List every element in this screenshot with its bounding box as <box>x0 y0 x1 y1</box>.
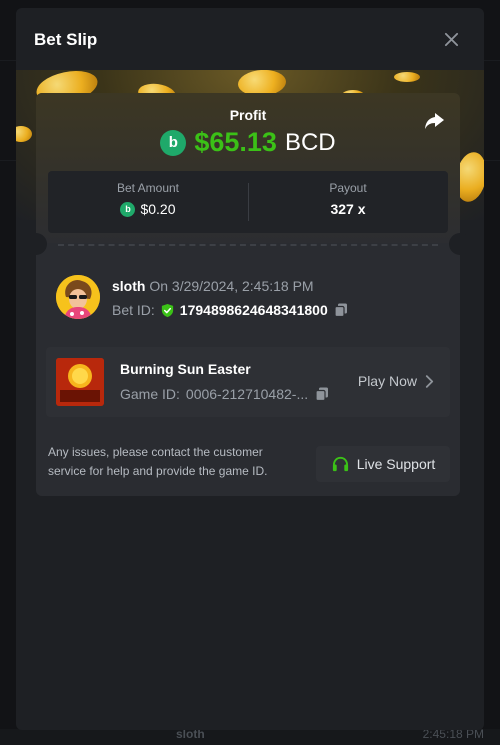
payout-stat: Payout 327 x <box>248 171 448 233</box>
profit-label: Profit <box>229 107 267 123</box>
game-id-value: 0006-212710482-... <box>185 386 309 402</box>
game-thumbnail[interactable] <box>56 358 104 406</box>
profit-row: b $65.13 BCD <box>36 127 460 158</box>
ticket-dashed-divider <box>58 244 438 246</box>
copy-icon[interactable] <box>314 386 330 402</box>
game-row[interactable]: Burning Sun Easter Game ID: 0006-2127104… <box>46 347 450 417</box>
headset-icon <box>332 456 348 471</box>
copy-icon[interactable] <box>333 302 349 318</box>
username[interactable]: sloth <box>112 278 145 294</box>
bet-slip-modal: Bet Slip Profit b $65.13 BCD Bet Amount … <box>16 8 484 730</box>
bet-amount-value: $0.20 <box>140 201 176 217</box>
avatar[interactable] <box>56 275 100 319</box>
coin-decoration <box>16 126 32 142</box>
bet-user-line: sloth On 3/29/2024, 2:45:18 PM <box>112 278 314 294</box>
share-button[interactable] <box>422 109 446 133</box>
shield-check-icon <box>161 303 173 317</box>
share-icon <box>425 113 444 129</box>
chevron-right-icon <box>425 374 434 388</box>
bcd-coin-icon: b <box>160 129 187 156</box>
game-thumbnail-art <box>56 358 104 406</box>
game-name: Burning Sun Easter <box>120 361 251 377</box>
bet-amount-label: Bet Amount <box>116 181 180 195</box>
close-icon <box>444 32 458 46</box>
bet-datetime: 3/29/2024, 2:45:18 PM <box>171 278 314 294</box>
bet-amount-stat: Bet Amount b $0.20 <box>48 171 248 233</box>
bet-on-label: On <box>149 278 169 294</box>
bet-detail-card: Profit b $65.13 BCD Bet Amount b $0.20 P… <box>25 93 471 496</box>
modal-title: Bet Slip <box>34 30 98 49</box>
bet-id-line: Bet ID: 1794898624648341800 <box>112 302 349 318</box>
play-now-button[interactable]: Play Now <box>358 373 434 389</box>
live-support-label: Live Support <box>356 456 436 472</box>
bcd-coin-icon: b <box>120 201 136 217</box>
play-now-label: Play Now <box>357 373 417 389</box>
bet-stats: Bet Amount b $0.20 Payout 327 x <box>48 171 448 233</box>
payout-label: Payout <box>329 181 367 195</box>
bet-amount-value-row: b $0.20 <box>48 201 248 217</box>
bet-user-row: sloth On 3/29/2024, 2:45:18 PM Bet ID: 1… <box>56 275 446 325</box>
coin-decoration <box>394 72 420 82</box>
modal-header: Bet Slip <box>16 8 484 70</box>
bet-id-label: Bet ID: <box>112 302 155 318</box>
profit-amount: $65.13 <box>194 127 277 157</box>
game-id-label: Game ID: <box>120 386 180 402</box>
ticket-notch-left <box>25 233 47 255</box>
ticket-notch-right <box>449 233 471 255</box>
bet-id-value: 1794898624648341800 <box>179 302 328 318</box>
profit-section: Profit b $65.13 BCD Bet Amount b $0.20 P… <box>36 93 460 243</box>
payout-value: 327 x <box>330 201 366 217</box>
backdrop-row: sloth 2:45:18 PM <box>0 727 500 745</box>
live-support-button[interactable]: Live Support <box>316 446 450 482</box>
close-button[interactable] <box>438 26 464 52</box>
profit-currency: BCD <box>284 128 336 156</box>
game-id-line: Game ID: 0006-212710482-... <box>120 386 330 402</box>
avatar-image <box>56 275 100 319</box>
support-help-text: Any issues, please contact the customer … <box>48 445 268 478</box>
